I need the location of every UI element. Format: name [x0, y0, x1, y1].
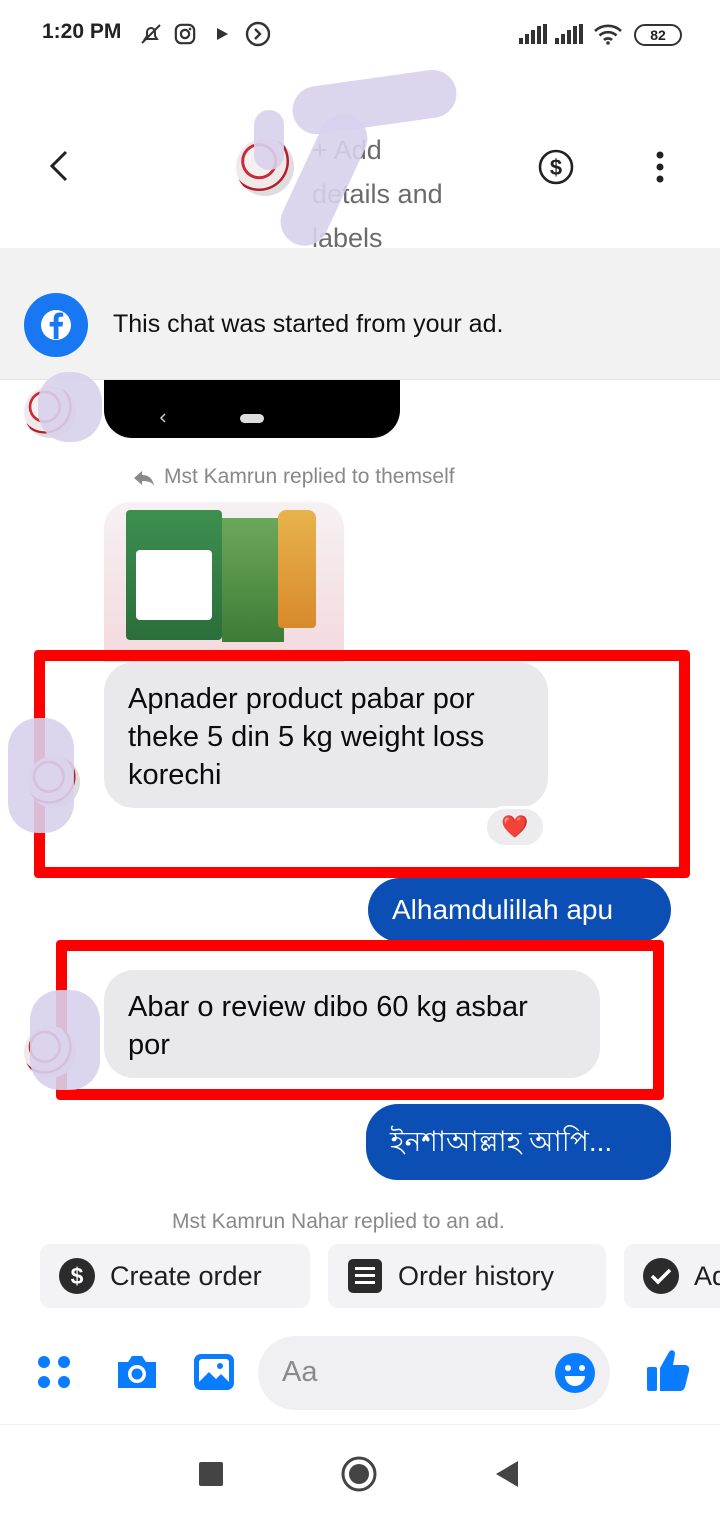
- nav-home-glyph: [240, 414, 264, 423]
- system-nav-bar: [0, 1424, 720, 1520]
- status-bar: 1:20 PM 82: [0, 0, 720, 70]
- redaction-mark: [289, 66, 460, 138]
- message-composer: Aa: [0, 1330, 720, 1420]
- back-button[interactable]: [494, 1459, 520, 1489]
- back-arrow-icon[interactable]: [40, 146, 80, 186]
- tea-box: [222, 518, 284, 642]
- ad-banner-text: This chat was started from your ad.: [113, 310, 504, 338]
- more-vertical-icon[interactable]: [650, 148, 670, 188]
- redaction-mark: [38, 372, 102, 442]
- gallery-icon[interactable]: [192, 1350, 236, 1394]
- camera-icon[interactable]: [114, 1352, 160, 1392]
- redaction-mark: [8, 718, 74, 833]
- recents-button[interactable]: [199, 1462, 223, 1486]
- svg-text:$: $: [71, 1263, 84, 1289]
- facebook-icon: [24, 293, 88, 357]
- chat-header: + Add details and labels $: [0, 66, 720, 254]
- emoji-icon[interactable]: [554, 1352, 596, 1394]
- signal-icon-2: [554, 22, 584, 46]
- like-icon[interactable]: [644, 1346, 692, 1396]
- reply-arrow-icon: [132, 468, 158, 488]
- check-circle-icon: [642, 1257, 680, 1295]
- document-list-icon: [346, 1257, 384, 1295]
- create-order-button[interactable]: $ Create order: [40, 1244, 310, 1308]
- message-input[interactable]: Aa: [258, 1336, 610, 1410]
- nav-back-glyph: [158, 410, 168, 423]
- wifi-icon: [592, 22, 624, 46]
- dollar-circle-icon[interactable]: $: [537, 148, 575, 186]
- incoming-message[interactable]: Abar o review dibo 60 kg asbar por: [104, 970, 600, 1078]
- ad-origin-banner: This chat was started from your ad.: [0, 248, 720, 380]
- status-time: 1:20 PM: [42, 20, 122, 43]
- third-action-label: Ad: [694, 1260, 720, 1291]
- order-history-button[interactable]: Order history: [328, 1244, 606, 1308]
- redaction-mark: [254, 110, 284, 170]
- system-notice: Mst Kamrun Nahar replied to an ad.: [172, 1210, 505, 1233]
- third-action-button[interactable]: Ad: [624, 1244, 720, 1308]
- home-button[interactable]: [340, 1455, 378, 1493]
- instagram-icon: [172, 22, 198, 46]
- incoming-message[interactable]: Apnader product pabar por theke 5 din 5 …: [104, 662, 548, 808]
- redaction-mark: [30, 990, 100, 1090]
- coffee-box: [126, 510, 222, 640]
- create-order-label: Create order: [110, 1260, 262, 1291]
- reply-notice: Mst Kamrun replied to themself: [164, 465, 455, 488]
- apps-icon[interactable]: [36, 1352, 76, 1392]
- mute-icon: [138, 22, 164, 46]
- battery-icon: 82: [634, 24, 682, 46]
- svg-text:$: $: [550, 155, 562, 180]
- heart-reaction[interactable]: ❤️: [484, 806, 546, 848]
- play-icon: [212, 22, 232, 46]
- outgoing-message[interactable]: Alhamdulillah apu: [368, 878, 671, 942]
- signal-icon: [518, 22, 548, 46]
- juice-bottle: [278, 510, 316, 628]
- shazam-icon: [244, 21, 272, 47]
- message-placeholder: Aa: [282, 1356, 318, 1388]
- product-image[interactable]: [104, 502, 344, 662]
- outgoing-message[interactable]: ইনশাআল্লাহ আপি...: [366, 1104, 671, 1180]
- order-history-label: Order history: [398, 1260, 555, 1291]
- previous-image-message[interactable]: [104, 380, 400, 438]
- dollar-icon: $: [58, 1257, 96, 1295]
